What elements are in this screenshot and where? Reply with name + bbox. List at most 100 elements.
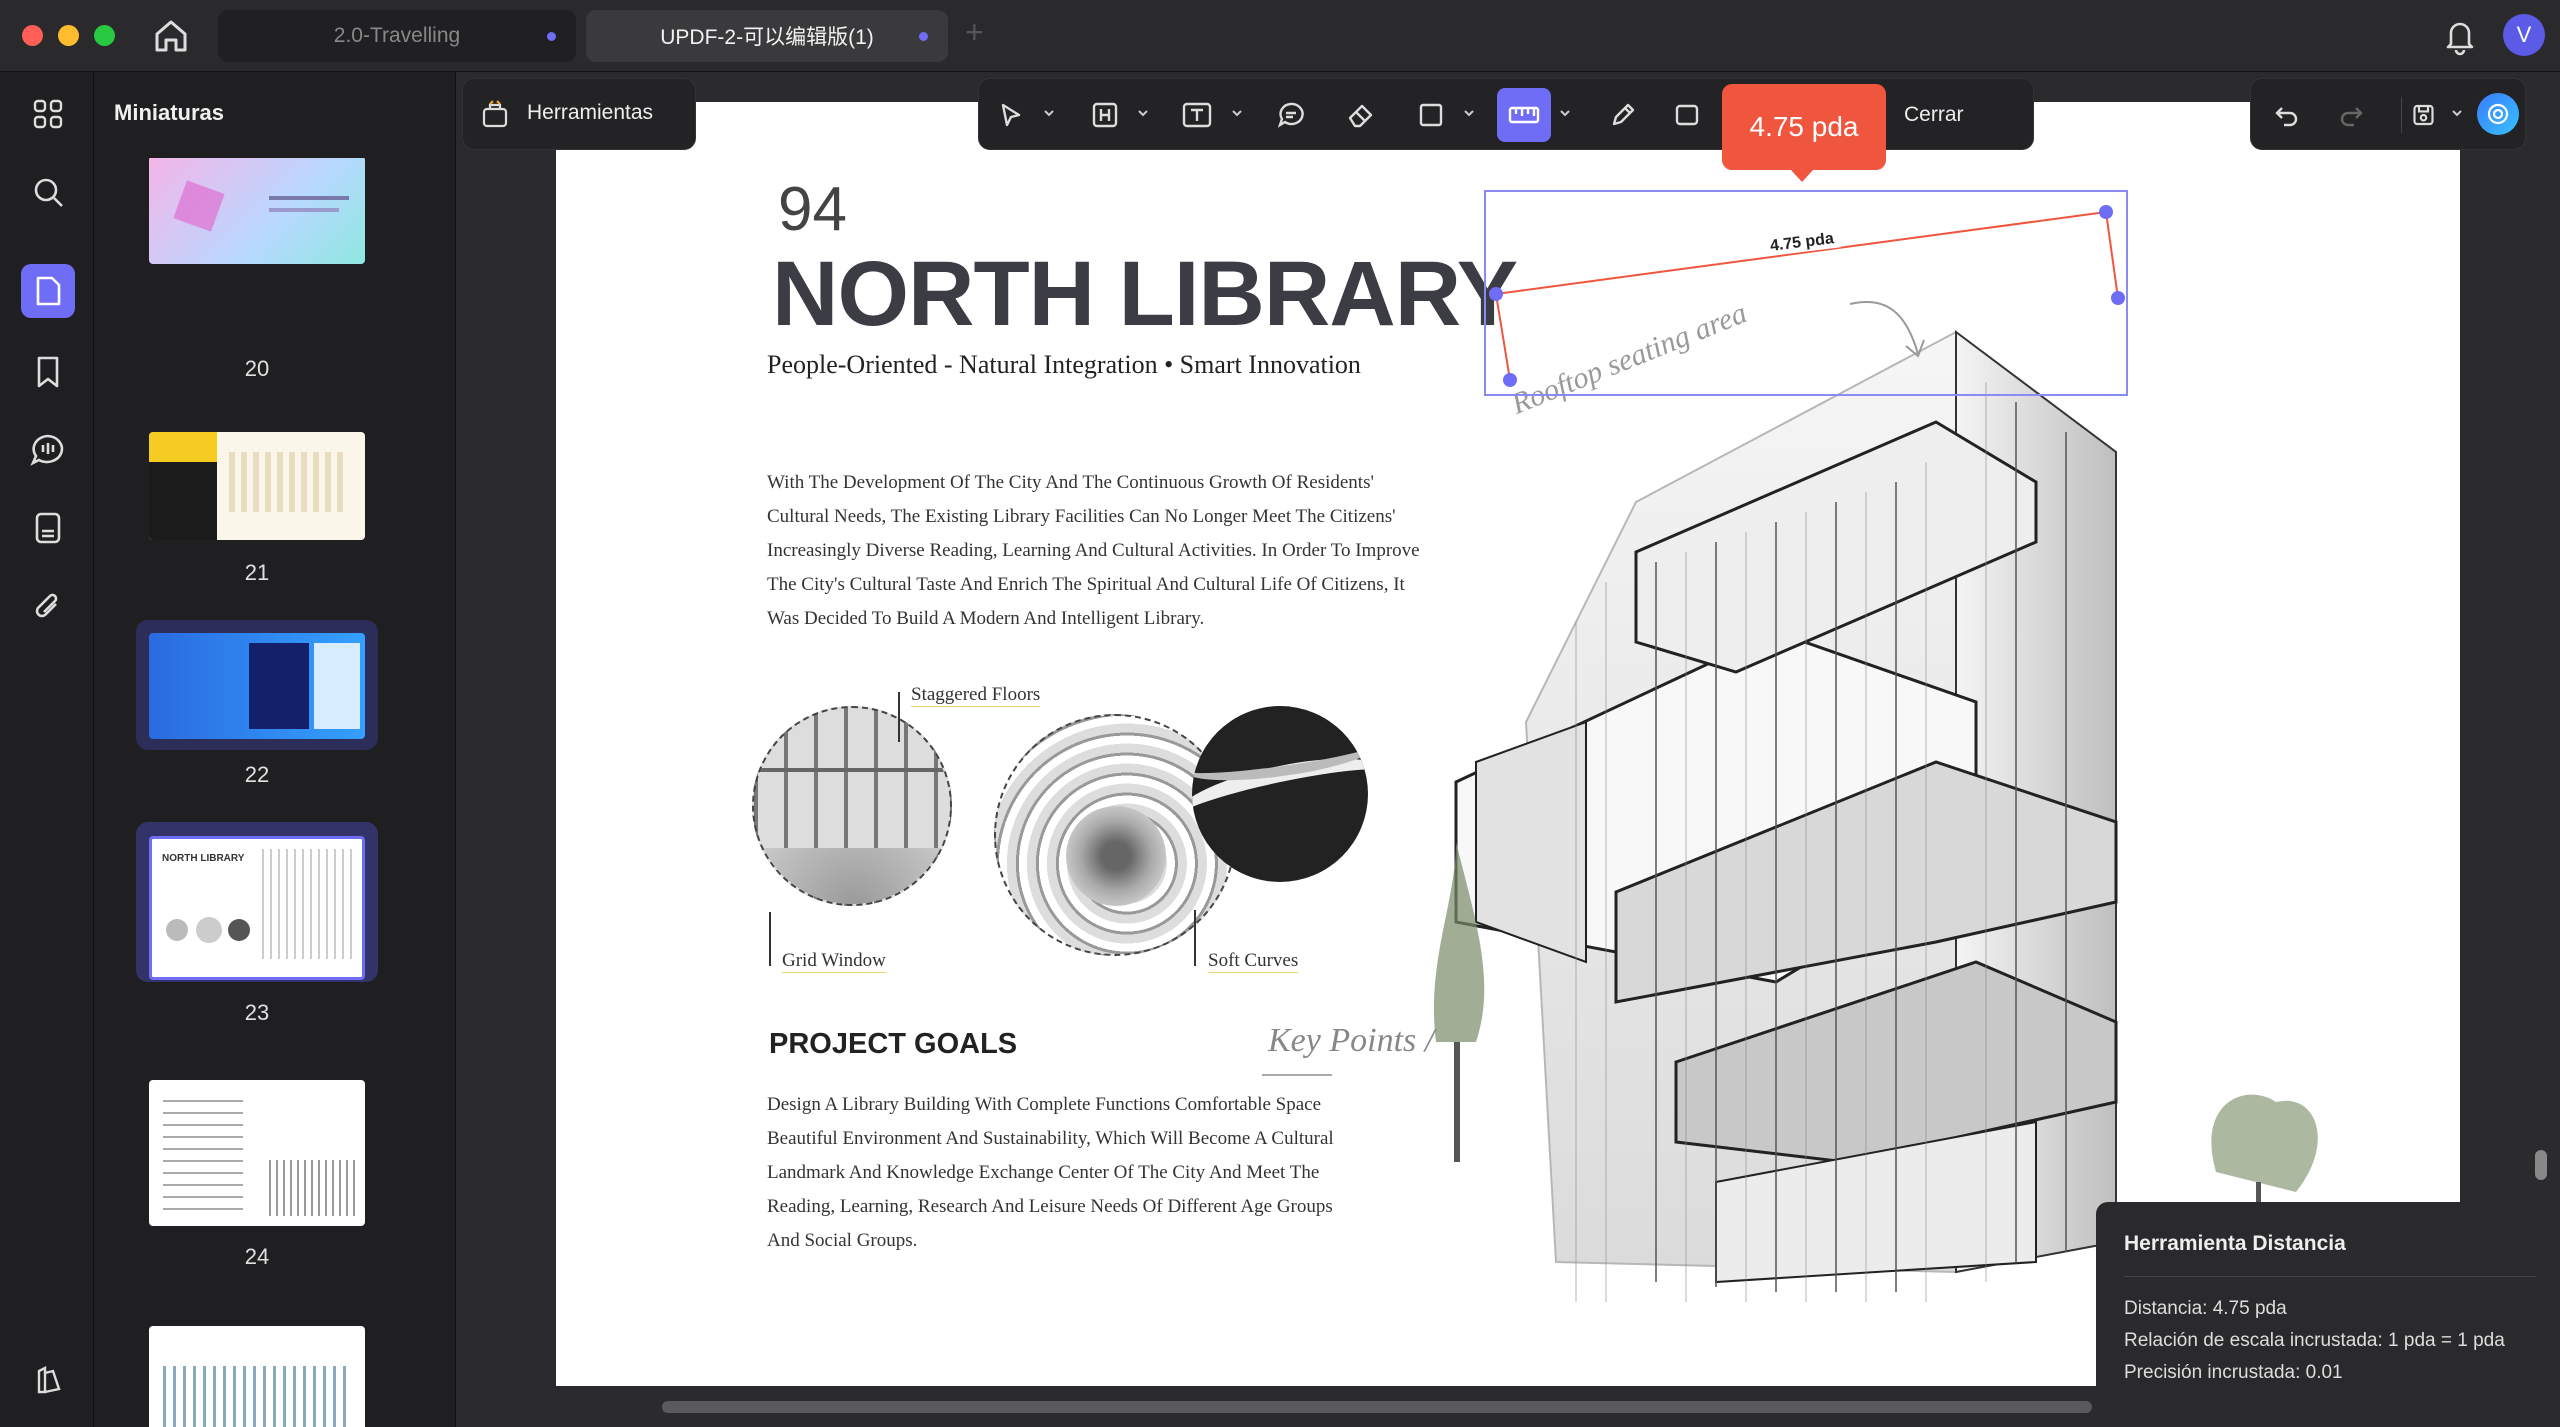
page-number-heading: 94: [778, 175, 847, 244]
chevron-down-icon[interactable]: [1137, 107, 1149, 119]
soft-curves-image: [1192, 706, 1368, 882]
text-line: The City's Cultural Taste And Enrich The…: [767, 574, 1405, 595]
comments-icon[interactable]: [26, 428, 70, 472]
panel-heading: Herramienta Distancia: [2124, 1232, 2346, 1255]
key-points-text: Key Points /: [1268, 1022, 1435, 1059]
distance-value: Distancia: 4.75 pda: [2124, 1298, 2287, 1319]
maximize-window-button[interactable]: [94, 25, 115, 46]
chevron-down-icon[interactable]: [2451, 107, 2463, 119]
pages-icon[interactable]: [21, 264, 75, 318]
divider: [2124, 1276, 2536, 1277]
tab-modified-dot: [919, 32, 928, 41]
comment-icon[interactable]: [1273, 97, 1309, 133]
chevron-down-icon[interactable]: [1559, 107, 1571, 119]
undo-icon[interactable]: [2269, 97, 2305, 133]
minimize-window-button[interactable]: [58, 25, 79, 46]
thumbnail-page-21[interactable]: [149, 432, 365, 540]
pill-pointer: [1791, 170, 1813, 182]
tab-travelling[interactable]: 2.0-Travelling: [218, 10, 576, 62]
thumbnail-panel: Miniaturas 20 21 22 NORTH LIBRARY 23 24: [94, 72, 534, 1427]
text-line: Increasingly Diverse Reading, Learning A…: [767, 540, 1420, 561]
organize-icon[interactable]: [26, 506, 70, 550]
document-viewer: 94 NORTH LIBRARY People-Oriented - Natur…: [456, 72, 2560, 1427]
tools-label: Herramientas: [527, 101, 654, 124]
tools-icon: [477, 97, 513, 133]
tab-label: 2.0-Travelling: [333, 24, 461, 47]
pdf-page: 94 NORTH LIBRARY People-Oriented - Natur…: [556, 102, 2460, 1386]
tools-button[interactable]: Herramientas: [462, 78, 696, 150]
home-icon[interactable]: [150, 16, 192, 56]
grid-window-image: [752, 706, 952, 906]
thumbnail-number: 20: [244, 356, 270, 381]
bell-icon[interactable]: [2442, 16, 2478, 56]
user-avatar[interactable]: V: [2503, 14, 2545, 56]
new-tab-button[interactable]: +: [965, 14, 984, 51]
text-line: With The Development Of The City And The…: [767, 472, 1374, 493]
horizontal-scrollbar[interactable]: [662, 1401, 2092, 1413]
text-line: Beautiful Environment And Sustainability…: [767, 1128, 1334, 1149]
thumbnail-page-23[interactable]: NORTH LIBRARY: [149, 836, 365, 980]
leader-line: [898, 692, 900, 742]
text-line: Landmark And Knowledge Exchange Center O…: [767, 1162, 1320, 1183]
close-window-button[interactable]: [22, 25, 43, 46]
chevron-down-icon[interactable]: [1043, 107, 1055, 119]
text-line: Design A Library Building With Complete …: [767, 1094, 1322, 1115]
text-line: Cultural Needs, The Existing Library Fac…: [767, 506, 1396, 527]
label-staggered-floors: Staggered Floors: [911, 684, 1041, 707]
text-box-icon[interactable]: [1179, 97, 1215, 133]
thumbnail-page-20[interactable]: [149, 158, 365, 264]
thumbnail-number: 24: [244, 1244, 270, 1269]
leader-line: [1194, 910, 1196, 966]
page-subtitle: People-Oriented - Natural Integration • …: [767, 350, 1361, 379]
scale-ratio: Relación de escala incrustada: 1 pda = 1…: [2124, 1330, 2505, 1351]
tab-label: UPDF-2-可以编辑版(1): [660, 26, 874, 49]
thumbnail-page-24[interactable]: [149, 1080, 365, 1226]
staggered-floors-image: [994, 714, 1236, 956]
text-line: Was Decided To Build A Modern And Intell…: [767, 608, 1205, 629]
tab-updf[interactable]: UPDF-2-可以编辑版(1): [586, 10, 948, 62]
measure-ruler-icon[interactable]: [1497, 88, 1551, 142]
panel-title: Miniaturas: [114, 100, 225, 125]
redo-icon[interactable]: [2333, 97, 2369, 133]
highlight-icon[interactable]: [1087, 97, 1123, 133]
goals-heading: PROJECT GOALS: [769, 1028, 1018, 1060]
rectangle-icon[interactable]: [1413, 97, 1449, 133]
thumbnail-list[interactable]: 20 21 22 NORTH LIBRARY 23 24: [94, 158, 424, 1427]
label-soft-curves: Soft Curves: [1208, 950, 1299, 973]
distance-measurement-line[interactable]: [1484, 190, 2128, 396]
thumbnails-grid-icon[interactable]: [26, 92, 70, 136]
thumbnail-number: 21: [244, 560, 270, 585]
select-pointer-icon[interactable]: [993, 97, 1029, 133]
thumbnail-page-25[interactable]: [149, 1326, 365, 1427]
measurement-value-pill: 4.75 pda: [1722, 84, 1886, 170]
label-grid-window: Grid Window: [782, 950, 886, 973]
thumbnail-number: 23: [244, 1000, 270, 1025]
pencil-icon[interactable]: [1605, 97, 1641, 133]
theme-icon[interactable]: [26, 1358, 70, 1402]
distance-tool-panel: Herramienta Distancia Distancia: 4.75 pd…: [2096, 1202, 2560, 1412]
tab-modified-dot: [547, 32, 556, 41]
page-title: NORTH LIBRARY: [772, 243, 1518, 345]
text-line: And Social Groups.: [767, 1230, 918, 1251]
page-scrollbar[interactable]: [2535, 1150, 2547, 1180]
eraser-icon[interactable]: [1343, 97, 1379, 133]
chevron-down-icon[interactable]: [1463, 107, 1475, 119]
history-toolbar: [2250, 78, 2526, 150]
save-icon[interactable]: [2401, 97, 2437, 133]
bookmark-icon[interactable]: [26, 350, 70, 394]
left-rail: [0, 72, 94, 1427]
close-toolbar-button[interactable]: Cerrar: [1885, 101, 1964, 131]
chevron-down-icon[interactable]: [1231, 107, 1243, 119]
attachment-icon[interactable]: [26, 584, 70, 628]
text-line: Reading, Learning, Research And Leisure …: [767, 1196, 1333, 1217]
thumbnail-page-22[interactable]: [149, 633, 365, 739]
ai-assistant-icon[interactable]: [2477, 93, 2519, 135]
search-icon[interactable]: [26, 170, 70, 214]
stamp-icon[interactable]: [1669, 97, 1705, 133]
intro-paragraph: With The Development Of The City And The…: [767, 466, 1487, 636]
precision-value: Precisión incrustada: 0.01: [2124, 1362, 2343, 1383]
leader-line: [769, 912, 771, 966]
thumbnail-number: 22: [244, 762, 270, 787]
goals-paragraph: Design A Library Building With Complete …: [767, 1088, 1387, 1258]
title-bar: 2.0-Travelling UPDF-2-可以编辑版(1) + V: [0, 0, 2560, 72]
